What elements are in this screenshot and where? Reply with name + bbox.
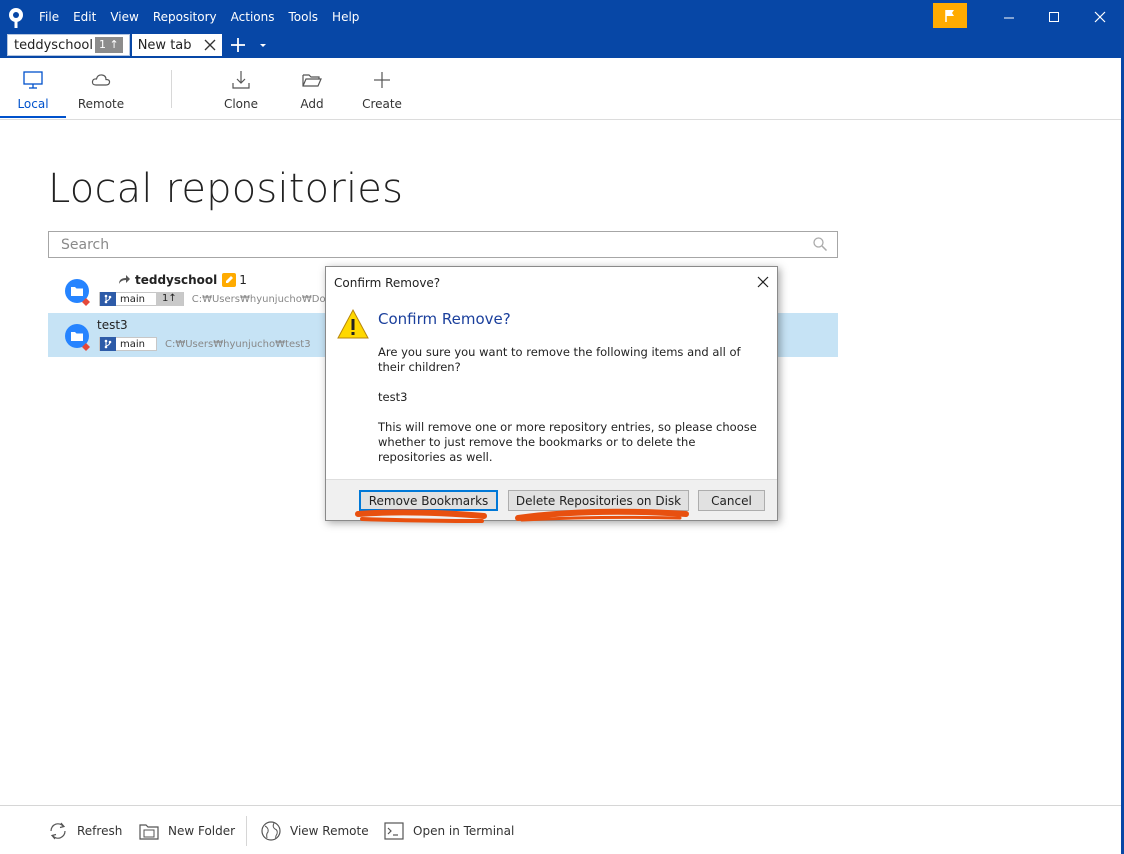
folder-open-icon xyxy=(302,74,322,87)
repo-name-line: teddyschool 1 xyxy=(117,273,247,287)
tab-ahead-badge: 1 ↑ xyxy=(94,37,123,53)
cancel-button[interactable]: Cancel xyxy=(698,490,765,511)
delete-repositories-button[interactable]: Delete Repositories on Disk xyxy=(508,490,689,511)
close-icon xyxy=(1094,11,1106,23)
monitor-icon xyxy=(23,71,43,89)
local-label: Local xyxy=(17,97,49,111)
repo-folder-icon xyxy=(65,324,90,351)
download-icon xyxy=(232,71,250,89)
menu-bar: File Edit View Repository Actions Tools … xyxy=(32,8,366,26)
clone-button[interactable]: Clone xyxy=(208,58,274,118)
upstream-arrow-icon xyxy=(119,275,130,284)
branch-tag: main 1↑ xyxy=(99,292,184,306)
new-tab-plus-icon[interactable] xyxy=(230,37,246,53)
repo-name-line: test3 xyxy=(97,318,128,332)
new-folder-button[interactable]: New Folder xyxy=(138,820,235,842)
bottom-action-bar: Refresh New Folder View Remote Open in T… xyxy=(0,805,1124,854)
menu-repository[interactable]: Repository xyxy=(146,8,224,26)
refresh-label: Refresh xyxy=(77,824,123,838)
tab-bar: teddyschool 1 ↑ New tab xyxy=(7,34,268,56)
new-folder-label: New Folder xyxy=(168,824,236,838)
branch-ahead-count: 1↑ xyxy=(156,292,183,306)
refresh-button[interactable]: Refresh xyxy=(47,820,122,842)
repo-changes-count: 1 xyxy=(239,273,247,287)
new-folder-icon xyxy=(139,824,159,840)
dialog-explanation: This will remove one or more repository … xyxy=(378,420,757,464)
tab-label: New tab xyxy=(137,37,192,53)
main-toolbar: Local Remote Clone Add Create xyxy=(0,58,1124,120)
open-terminal-button[interactable]: Open in Terminal xyxy=(383,820,514,842)
add-button[interactable]: Add xyxy=(279,58,345,118)
branch-name: main xyxy=(120,293,145,305)
minimize-icon xyxy=(1004,17,1014,19)
branch-tag: main xyxy=(99,337,157,351)
dialog-close-icon[interactable] xyxy=(757,276,769,288)
branch-info: main C:₩Users₩hyunjucho₩test3 xyxy=(99,337,311,351)
warning-icon xyxy=(337,308,369,339)
notification-flag-button[interactable] xyxy=(933,3,967,28)
menu-file[interactable]: File xyxy=(32,8,66,26)
dialog-item: test3 xyxy=(378,390,408,404)
menu-edit[interactable]: Edit xyxy=(66,8,103,26)
dialog-question: Are you sure you want to remove the foll… xyxy=(378,345,741,374)
repo-path: C:₩Users₩hyunjucho₩test3 xyxy=(165,338,311,350)
repo-path: C:₩Users₩hyunjucho₩Docum xyxy=(191,293,348,305)
sourcetree-logo-icon xyxy=(9,8,23,28)
search-icon xyxy=(813,237,828,252)
branch-icon xyxy=(100,292,116,306)
branch-icon xyxy=(100,337,116,351)
repo-folder-icon xyxy=(65,279,90,306)
menu-tools[interactable]: Tools xyxy=(281,8,325,26)
menu-view[interactable]: View xyxy=(103,8,145,26)
dialog-titlebar: Confirm Remove? xyxy=(326,267,777,297)
remote-label: Remote xyxy=(77,97,125,111)
dialog-footer: Remove Bookmarks Delete Repositories on … xyxy=(326,479,777,520)
branch-name: main xyxy=(120,338,145,350)
pencil-changes-icon xyxy=(222,273,237,287)
tab-new[interactable]: New tab xyxy=(131,34,222,56)
menu-help[interactable]: Help xyxy=(325,8,366,26)
menu-actions[interactable]: Actions xyxy=(224,8,282,26)
toolbar-separator xyxy=(171,70,172,108)
terminal-icon xyxy=(384,822,404,840)
create-label: Create xyxy=(362,97,402,111)
tab-teddyschool[interactable]: teddyschool 1 ↑ xyxy=(7,34,130,56)
create-button[interactable]: Create xyxy=(349,58,415,118)
dialog-heading: Confirm Remove? xyxy=(378,310,511,328)
bottom-separator xyxy=(246,816,247,846)
close-window-button[interactable] xyxy=(1077,5,1123,29)
cloud-icon xyxy=(91,74,111,86)
plus-icon xyxy=(374,72,390,88)
tab-label: teddyschool xyxy=(14,37,93,53)
minimize-button[interactable] xyxy=(986,5,1032,29)
maximize-button[interactable] xyxy=(1031,5,1077,29)
page-title: Local repositories xyxy=(48,166,404,212)
tab-dropdown-icon[interactable] xyxy=(258,40,268,50)
refresh-icon xyxy=(50,822,66,840)
title-bar: File Edit View Repository Actions Tools … xyxy=(0,0,1124,58)
globe-icon xyxy=(261,821,281,841)
add-label: Add xyxy=(300,97,324,111)
view-remote-button[interactable]: View Remote xyxy=(260,820,369,842)
remove-bookmarks-button[interactable]: Remove Bookmarks xyxy=(359,490,498,511)
open-terminal-label: Open in Terminal xyxy=(413,824,515,838)
remote-tab-button[interactable]: Remote xyxy=(68,58,134,118)
local-tab-button[interactable]: Local xyxy=(0,58,66,118)
maximize-icon xyxy=(1049,12,1059,22)
tab-close-icon[interactable] xyxy=(204,39,216,51)
flag-icon xyxy=(945,9,954,22)
branch-info: main 1↑ C:₩Users₩hyunjucho₩Docum xyxy=(99,292,347,306)
repo-name: teddyschool xyxy=(135,273,218,287)
clone-label: Clone xyxy=(223,97,259,111)
repo-name: test3 xyxy=(97,318,128,332)
search-input[interactable] xyxy=(48,231,838,258)
confirm-remove-dialog: Confirm Remove? Confirm Remove? Are you … xyxy=(325,266,778,521)
dialog-window-title: Confirm Remove? xyxy=(334,276,441,290)
view-remote-label: View Remote xyxy=(290,824,369,838)
